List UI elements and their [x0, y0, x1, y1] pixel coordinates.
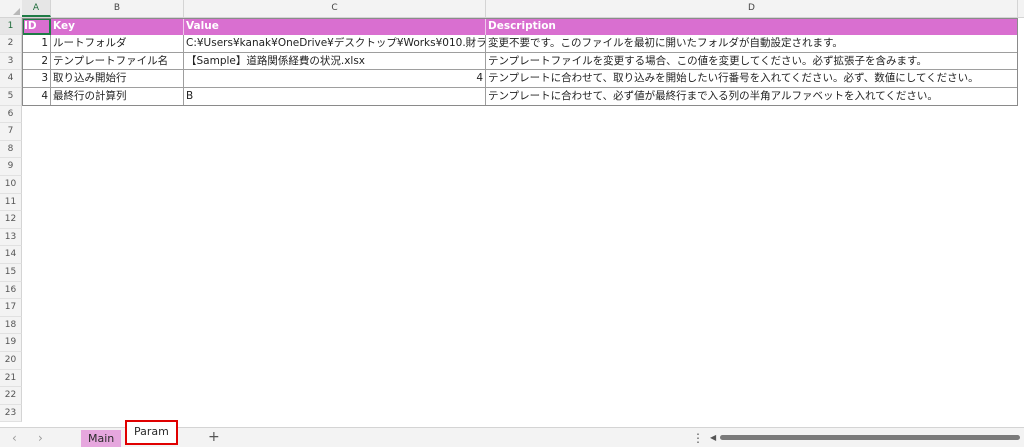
- add-sheet-button[interactable]: +: [208, 429, 220, 446]
- row-header-9[interactable]: 9: [0, 158, 22, 176]
- row-header-16[interactable]: 16: [0, 281, 22, 300]
- cell-id[interactable]: 2: [22, 52, 51, 71]
- row-header-1[interactable]: 1: [0, 17, 22, 36]
- column-header-a[interactable]: A: [22, 0, 51, 17]
- cell-key[interactable]: 取り込み開始行: [51, 70, 184, 88]
- row-header-2[interactable]: 2: [0, 35, 22, 53]
- row-header-3[interactable]: 3: [0, 52, 22, 71]
- sheet-tab-param[interactable]: Param: [125, 420, 178, 445]
- horizontal-scrollbar[interactable]: [720, 435, 1020, 440]
- scroll-left-arrow-icon[interactable]: ◀: [710, 432, 716, 444]
- row-header-19[interactable]: 19: [0, 334, 22, 352]
- cell-value[interactable]: C:¥Users¥kanak¥OneDrive¥デスクトップ¥Works¥010…: [184, 35, 486, 53]
- header-cell-value[interactable]: Value: [184, 17, 486, 36]
- cell-value[interactable]: 4: [184, 70, 486, 88]
- sheet-tab-bar: ‹ › Main Param + ⋮ ◀: [0, 420, 1024, 447]
- sheet-tab-main[interactable]: Main: [81, 430, 122, 447]
- cell-key[interactable]: ルートフォルダ: [51, 35, 184, 53]
- cell-description[interactable]: テンプレートに合わせて、必ず値が最終行まで入る列の半角アルファベットを入れてくだ…: [486, 88, 1018, 106]
- cell-description[interactable]: 変更不要です。このファイルを最初に開いたフォルダが自動設定されます。: [486, 35, 1018, 53]
- row-header-14[interactable]: 14: [0, 246, 22, 264]
- column-header-d[interactable]: D: [486, 0, 1018, 17]
- cell-id[interactable]: 4: [22, 88, 51, 106]
- more-options-icon[interactable]: ⋮: [692, 430, 704, 446]
- row-header-23[interactable]: 23: [0, 404, 22, 423]
- row-header-11[interactable]: 11: [0, 193, 22, 212]
- row-header-10[interactable]: 10: [0, 176, 22, 194]
- row-header-4[interactable]: 4: [0, 70, 22, 88]
- cell-id[interactable]: 3: [22, 70, 51, 88]
- scroll-tabs-right-icon[interactable]: ›: [38, 430, 43, 446]
- row-header-18[interactable]: 18: [0, 316, 22, 335]
- cell-description[interactable]: テンプレートファイルを変更する場合、この値を変更してください。必ず拡張子を含みま…: [486, 52, 1018, 71]
- row-header-5[interactable]: 5: [0, 88, 22, 106]
- row-header-22[interactable]: 22: [0, 387, 22, 405]
- header-cell-key[interactable]: Key: [51, 17, 184, 36]
- row-header-13[interactable]: 13: [0, 228, 22, 247]
- row-header-7[interactable]: 7: [0, 123, 22, 141]
- row-header-17[interactable]: 17: [0, 299, 22, 317]
- cell-key[interactable]: 最終行の計算列: [51, 88, 184, 106]
- scroll-tabs-left-icon[interactable]: ‹: [12, 430, 17, 446]
- cell-value[interactable]: 【Sample】道路関係経費の状況.xlsx: [184, 52, 486, 71]
- header-cell-description[interactable]: Description: [486, 17, 1018, 36]
- row-header-6[interactable]: 6: [0, 105, 22, 124]
- header-cell-id[interactable]: ID: [22, 17, 51, 36]
- cell-description[interactable]: テンプレートに合わせて、取り込みを開始したい行番号を入れてください。必ず、数値に…: [486, 70, 1018, 88]
- row-header-20[interactable]: 20: [0, 352, 22, 370]
- cell-value[interactable]: B: [184, 88, 486, 106]
- cell-id[interactable]: 1: [22, 35, 51, 53]
- row-header-21[interactable]: 21: [0, 369, 22, 388]
- row-header-8[interactable]: 8: [0, 140, 22, 159]
- column-header-row: A B C D: [0, 0, 1024, 18]
- select-all-corner[interactable]: [0, 0, 23, 17]
- column-header-b[interactable]: B: [51, 0, 184, 17]
- row-header-15[interactable]: 15: [0, 264, 22, 282]
- spreadsheet-grid: A B C D 1 2 3 4 5 6 7 8 9 10 11 12 13 14…: [0, 0, 1024, 427]
- column-header-c[interactable]: C: [184, 0, 486, 17]
- row-header-12[interactable]: 12: [0, 211, 22, 229]
- cell-key[interactable]: テンプレートファイル名: [51, 52, 184, 71]
